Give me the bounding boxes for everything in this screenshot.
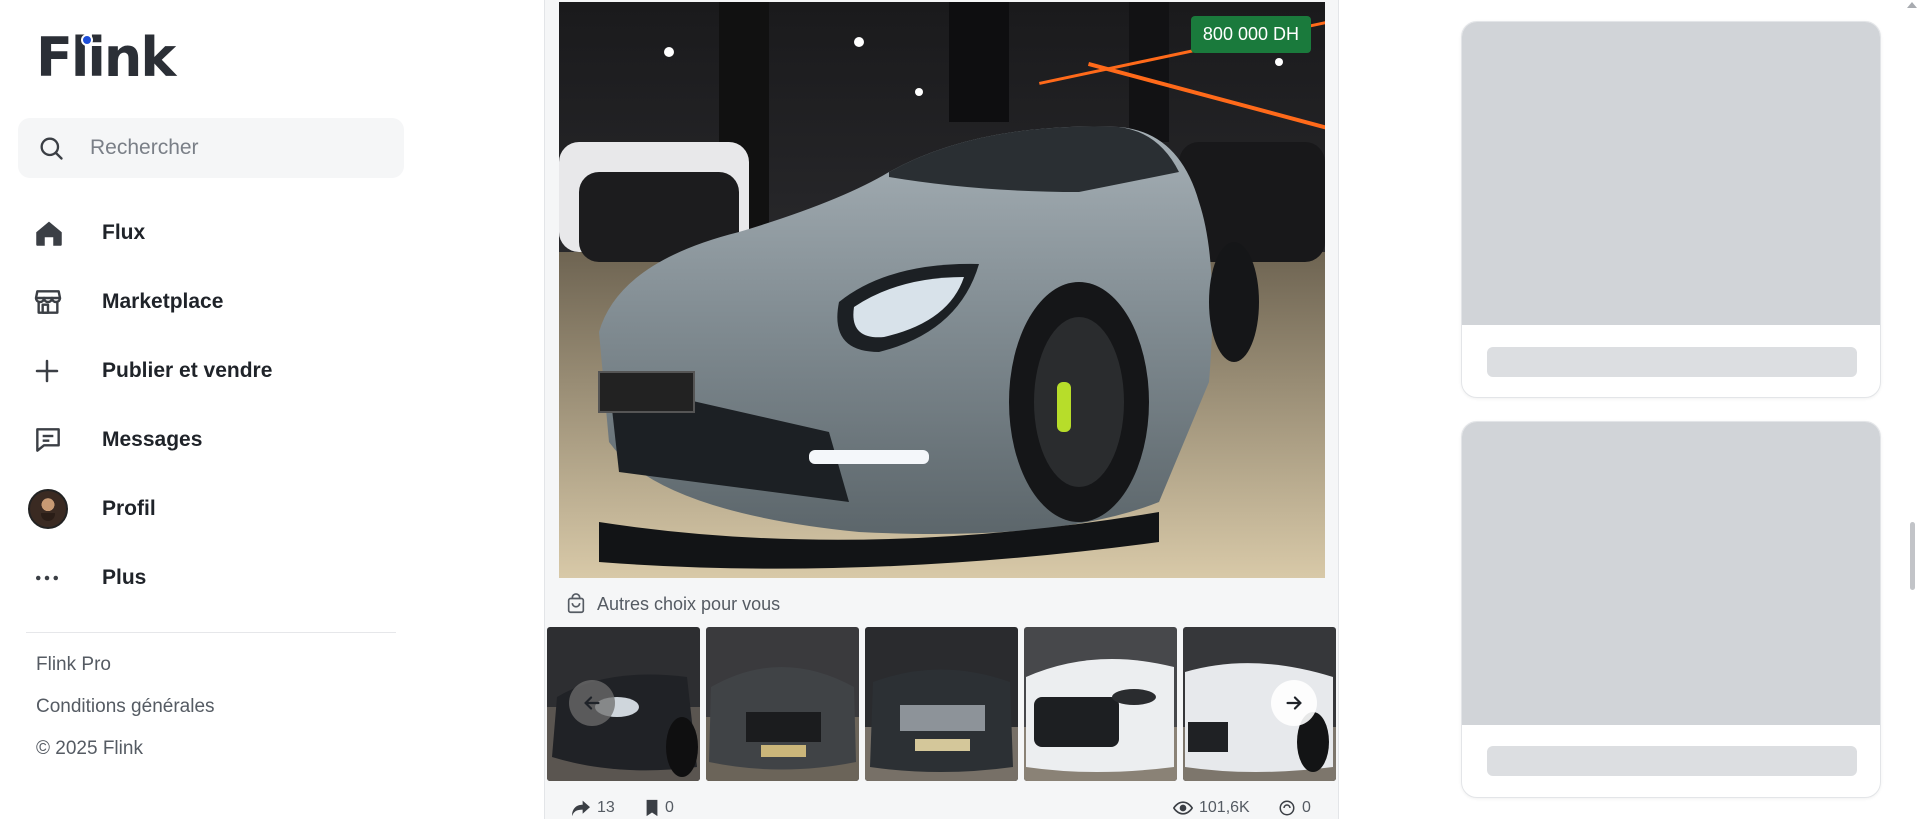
- nav-item-profile[interactable]: Profil: [18, 474, 404, 543]
- footer-link-terms[interactable]: Conditions générales: [36, 696, 215, 721]
- footer-link-flink-pro[interactable]: Flink Pro: [36, 654, 215, 679]
- search-box[interactable]: [18, 118, 404, 178]
- skeleton-image: [1462, 22, 1880, 325]
- suggestion-thumb[interactable]: [706, 627, 859, 781]
- nav-label-more: Plus: [102, 565, 147, 589]
- skeleton-image: [1462, 422, 1880, 725]
- nav-item-more[interactable]: Plus: [18, 543, 404, 612]
- suggestion-thumb[interactable]: [865, 627, 1018, 781]
- nav-label-marketplace: Marketplace: [102, 289, 224, 313]
- share-count: 13: [597, 799, 615, 816]
- car-thumbnail: [706, 627, 859, 781]
- scroll-up-arrow[interactable]: [1907, 2, 1917, 8]
- other-choices-label: Autres choix pour vous: [597, 593, 781, 614]
- post-image[interactable]: 800 000 DH: [559, 2, 1325, 578]
- nav-label-flux: Flux: [102, 220, 146, 244]
- nav-label-messages: Messages: [102, 427, 203, 451]
- flink-logo[interactable]: Flink: [36, 26, 176, 89]
- message-icon: [18, 405, 84, 474]
- footer-copyright: © 2025 Flink: [36, 738, 143, 759]
- car-thumbnail: [865, 627, 1018, 781]
- sidebar: Flink Flux Marketplace Publier et vendre: [0, 0, 420, 819]
- more-dots-icon: [18, 543, 84, 612]
- bookmark-icon: [646, 799, 658, 817]
- store-icon: [18, 267, 84, 336]
- eye-icon: [1173, 801, 1193, 815]
- search-input[interactable]: [90, 136, 370, 160]
- main-nav: Flux Marketplace Publier et vendre Messa…: [18, 198, 404, 612]
- skeleton-card: [1461, 21, 1881, 398]
- car-thumbnail: [1024, 627, 1177, 781]
- nav-item-flux[interactable]: Flux: [18, 198, 404, 267]
- arrow-right-icon: [1286, 696, 1302, 710]
- save-stat[interactable]: 0: [645, 799, 674, 817]
- nav-label-publish: Publier et vendre: [102, 358, 273, 382]
- nav-item-marketplace[interactable]: Marketplace: [18, 267, 404, 336]
- plus-icon: [18, 336, 84, 405]
- carousel-prev-button[interactable]: [569, 680, 615, 726]
- repost-count: 0: [1302, 799, 1311, 816]
- feed-post: 800 000 DH Autres choix pour vous 13 0 1…: [544, 0, 1339, 819]
- avatar: [28, 488, 68, 529]
- share-icon: [572, 800, 590, 817]
- views-count: 101,6K: [1199, 799, 1250, 816]
- save-count: 0: [665, 799, 674, 816]
- repost-stat[interactable]: 0: [1278, 799, 1311, 817]
- scrollbar-thumb[interactable]: [1910, 522, 1915, 590]
- suggestions-carousel: [547, 627, 1338, 781]
- suggestion-thumb[interactable]: [1024, 627, 1177, 781]
- footer-links: Flink Pro Conditions générales © 2025 Fl…: [36, 654, 215, 780]
- home-icon: [18, 198, 84, 267]
- repost-icon: [1279, 800, 1295, 816]
- nav-item-messages[interactable]: Messages: [18, 405, 404, 474]
- skeleton-text-bar: [1487, 347, 1857, 377]
- carousel-next-button[interactable]: [1271, 680, 1317, 726]
- nav-item-publish[interactable]: Publier et vendre: [18, 336, 404, 405]
- profile-avatar-wrapper: [18, 474, 84, 543]
- share-stat[interactable]: 13: [571, 799, 615, 817]
- shopping-bag-icon: [563, 591, 589, 617]
- arrow-left-icon: [584, 696, 600, 710]
- skeleton-card: [1461, 421, 1881, 798]
- nav-label-profile: Profil: [102, 496, 156, 520]
- views-stat: 101,6K: [1173, 799, 1250, 817]
- post-stats: 13 0 101,6K 0: [545, 797, 1338, 819]
- other-choices-header: Autres choix pour vous: [545, 584, 1338, 624]
- search-icon: [36, 133, 66, 163]
- car-photo: [559, 2, 1325, 578]
- sidebar-divider: [26, 632, 396, 633]
- logo-accent-dot: [81, 34, 93, 46]
- skeleton-text-bar: [1487, 746, 1857, 776]
- price-badge: 800 000 DH: [1190, 16, 1311, 53]
